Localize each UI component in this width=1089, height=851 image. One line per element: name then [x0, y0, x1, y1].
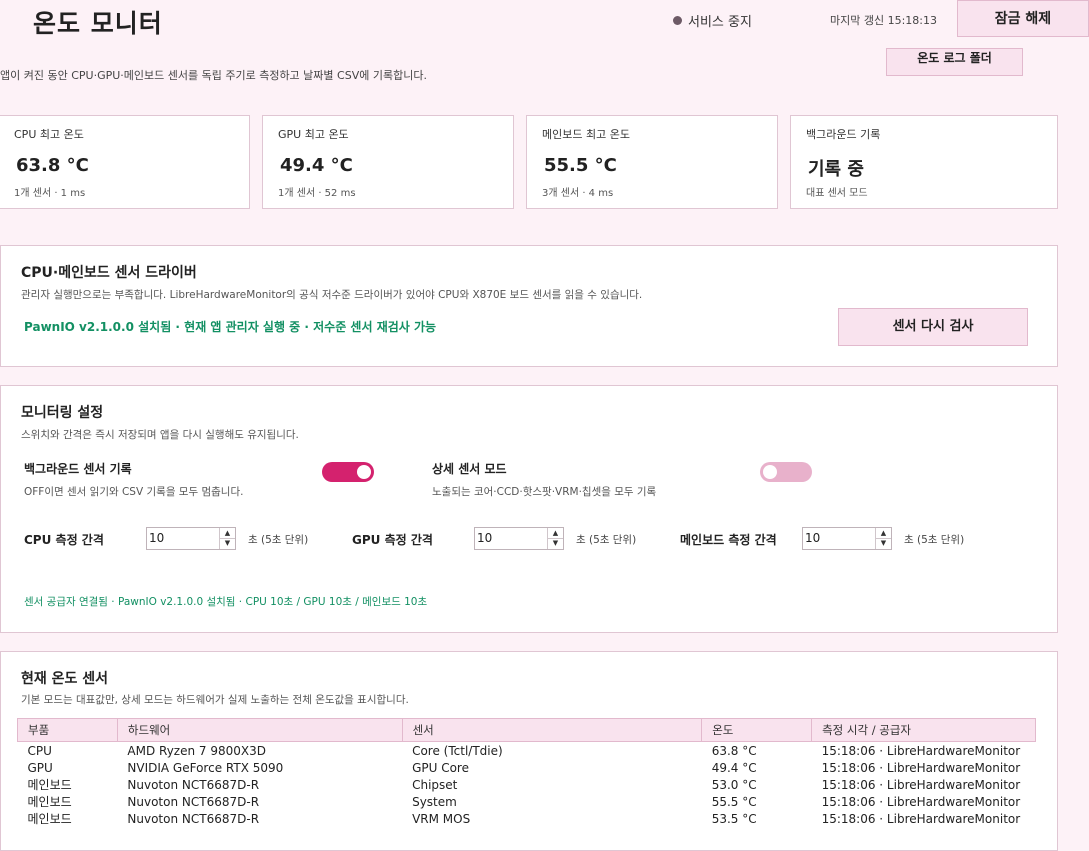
table-cell: 63.8 °C	[711, 743, 757, 758]
board-interval-value: 10	[805, 531, 821, 545]
driver-panel: CPU·메인보드 센서 드라이버 관리자 실행만으로는 부족합니다. Libre…	[0, 245, 1058, 367]
sensors-panel-title: 현재 온도 센서	[21, 671, 109, 687]
log-folder-button[interactable]: 온도 로그 폴더	[886, 48, 1023, 76]
stat-value: 기록 중	[808, 159, 864, 180]
column-header[interactable]: 측정 시각 / 공급자	[811, 718, 1036, 742]
column-header[interactable]: 센서	[401, 718, 703, 742]
status-dot-icon	[673, 16, 682, 25]
table-cell: Nuvoton NCT6687D-R	[127, 811, 260, 826]
driver-status: PawnIO v2.1.0.0 설치됨 · 현재 앱 관리자 실행 중 · 저수…	[24, 320, 437, 334]
table-row[interactable]: 메인보드 Nuvoton NCT6687D-R Chipset 53.0 °C …	[18, 776, 1036, 793]
stat-value: 49.4 °C	[280, 155, 353, 176]
stat-label: 메인보드 최고 온도	[542, 128, 630, 141]
table-cell: Core (Tctl/Tdie)	[412, 743, 503, 758]
table-row[interactable]: CPU AMD Ryzen 7 9800X3D Core (Tctl/Tdie)…	[18, 742, 1036, 760]
table-cell: NVIDIA GeForce RTX 5090	[127, 760, 284, 775]
table-cell: 메인보드	[27, 795, 72, 809]
cpu-interval-value: 10	[149, 531, 165, 545]
table-cell: GPU	[27, 760, 53, 775]
app-description: 앱이 켜진 동안 CPU·GPU·메인보드 센서를 독립 주기로 측정하고 날짜…	[0, 69, 427, 82]
detail-mode-label: 상세 센서 모드	[432, 462, 507, 476]
stat-label: GPU 최고 온도	[278, 128, 349, 141]
cpu-max-temp-card: CPU 최고 온도 63.8 °C 1개 센서 · 1 ms	[0, 115, 250, 209]
gpu-interval-input[interactable]: 10 ▲ ▼	[474, 527, 564, 550]
service-status: 서비스 중지	[673, 11, 752, 30]
detail-mode-toggle[interactable]	[760, 462, 812, 482]
page-title: 온도 모니터	[33, 9, 163, 38]
table-cell: 15:18:06 · LibreHardwareMonitor	[821, 777, 1021, 792]
spin-down-icon[interactable]: ▼	[548, 538, 563, 548]
column-header[interactable]: 온도	[701, 718, 813, 742]
table-cell: 49.4 °C	[711, 760, 757, 775]
stat-sub: 1개 센서 · 52 ms	[278, 188, 356, 199]
table-cell: 15:18:06 · LibreHardwareMonitor	[821, 760, 1021, 775]
spin-down-icon[interactable]: ▼	[876, 538, 891, 548]
column-header[interactable]: 부품	[17, 718, 118, 742]
monitoring-settings-panel: 모니터링 설정 스위치와 간격은 즉시 저장되며 앱을 다시 실행해도 유지됩니…	[0, 385, 1058, 633]
stat-sub: 대표 센서 모드	[806, 188, 868, 199]
toggle-knob	[763, 465, 777, 479]
stat-value: 63.8 °C	[16, 155, 89, 176]
table-cell: 55.5 °C	[711, 794, 757, 809]
table-cell: 53.0 °C	[711, 777, 757, 792]
gpu-interval-unit: 초 (5초 단위)	[576, 534, 637, 546]
background-record-label: 백그라운드 센서 기록	[24, 462, 132, 476]
board-interval-label: 메인보드 측정 간격	[680, 533, 777, 547]
table-cell: GPU Core	[412, 760, 469, 775]
stat-label: CPU 최고 온도	[14, 128, 84, 141]
spin-down-icon[interactable]: ▼	[220, 538, 235, 548]
table-cell: Nuvoton NCT6687D-R	[127, 777, 260, 792]
board-interval-input[interactable]: 10 ▲ ▼	[802, 527, 892, 550]
board-max-temp-card: 메인보드 최고 온도 55.5 °C 3개 센서 · 4 ms	[526, 115, 778, 209]
table-row[interactable]: GPU NVIDIA GeForce RTX 5090 GPU Core 49.…	[18, 759, 1036, 776]
settings-panel-description: 스위치와 간격은 즉시 저장되며 앱을 다시 실행해도 유지됩니다.	[21, 429, 299, 441]
background-record-card: 백그라운드 기록 기록 중 대표 센서 모드	[790, 115, 1058, 209]
rescan-sensors-button[interactable]: 센서 다시 검사	[838, 308, 1028, 346]
stat-value: 55.5 °C	[544, 155, 617, 176]
gpu-interval-label: GPU 측정 간격	[352, 533, 433, 547]
table-cell: Chipset	[412, 777, 458, 792]
table-cell: 15:18:06 · LibreHardwareMonitor	[821, 743, 1021, 758]
gpu-interval-value: 10	[477, 531, 493, 545]
table-cell: 15:18:06 · LibreHardwareMonitor	[821, 794, 1021, 809]
table-cell: 53.5 °C	[711, 811, 757, 826]
sensors-table: 부품 하드웨어 센서 온도 측정 시각 / 공급자 CPU AMD Ryzen …	[17, 718, 1036, 827]
current-sensors-panel: 현재 온도 센서 기본 모드는 대표값만, 상세 모드는 하드웨어가 실제 노출…	[0, 651, 1058, 851]
last-update-time: 마지막 갱신 15:18:13	[830, 14, 937, 27]
board-interval-unit: 초 (5초 단위)	[904, 534, 965, 546]
stat-sub: 1개 센서 · 1 ms	[14, 188, 86, 199]
table-row[interactable]: 메인보드 Nuvoton NCT6687D-R VRM MOS 53.5 °C …	[18, 810, 1036, 827]
unlock-button[interactable]: 잠금 해제	[957, 0, 1089, 37]
service-status-label: 서비스 중지	[688, 15, 752, 30]
cpu-interval-unit: 초 (5초 단위)	[248, 534, 309, 546]
detail-mode-description: 노출되는 코어·CCD·핫스팟·VRM·칩셋을 모두 기록	[432, 486, 657, 498]
column-header[interactable]: 하드웨어	[116, 718, 403, 742]
driver-panel-description: 관리자 실행만으로는 부족합니다. LibreHardwareMonitor의 …	[21, 289, 643, 301]
sensors-panel-description: 기본 모드는 대표값만, 상세 모드는 하드웨어가 실제 노출하는 전체 온도값…	[21, 694, 409, 706]
driver-panel-title: CPU·메인보드 센서 드라이버	[21, 265, 197, 281]
table-cell: VRM MOS	[412, 811, 471, 826]
toggle-knob	[357, 465, 371, 479]
table-cell: 메인보드	[27, 778, 72, 792]
stat-label: 백그라운드 기록	[806, 128, 881, 141]
table-cell: AMD Ryzen 7 9800X3D	[127, 743, 266, 758]
settings-panel-title: 모니터링 설정	[21, 405, 104, 421]
table-header-row: 부품 하드웨어 센서 온도 측정 시각 / 공급자	[17, 718, 1036, 742]
table-row[interactable]: 메인보드 Nuvoton NCT6687D-R System 55.5 °C 1…	[18, 793, 1036, 810]
log-folder-button-label: 온도 로그 폴더	[917, 51, 992, 65]
cpu-interval-label: CPU 측정 간격	[24, 533, 104, 547]
table-cell: Nuvoton NCT6687D-R	[127, 794, 260, 809]
stat-sub: 3개 센서 · 4 ms	[542, 188, 614, 199]
background-record-toggle[interactable]	[322, 462, 374, 482]
background-record-description: OFF이면 센서 읽기와 CSV 기록을 모두 멈춥니다.	[24, 486, 244, 498]
cpu-interval-input[interactable]: 10 ▲ ▼	[146, 527, 236, 550]
table-cell: 15:18:06 · LibreHardwareMonitor	[821, 811, 1021, 826]
table-cell: CPU	[27, 743, 52, 758]
gpu-max-temp-card: GPU 최고 온도 49.4 °C 1개 센서 · 52 ms	[262, 115, 514, 209]
table-cell: 메인보드	[27, 812, 72, 826]
settings-footer-status: 센서 공급자 연결됨 · PawnIO v2.1.0.0 설치됨 · CPU 1…	[24, 596, 428, 608]
table-cell: System	[412, 794, 457, 809]
